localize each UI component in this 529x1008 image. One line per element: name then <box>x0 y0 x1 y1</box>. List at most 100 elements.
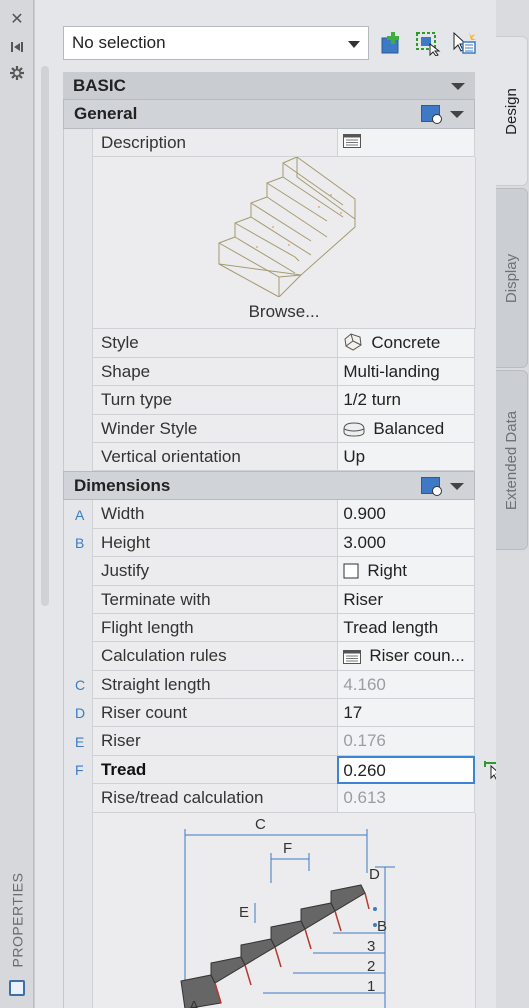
label-d: D <box>369 866 380 883</box>
property-row-description[interactable]: Description <box>64 129 475 158</box>
browse-link[interactable]: Browse... <box>93 302 475 322</box>
vertical-scrollbar[interactable] <box>41 66 49 606</box>
property-row-style[interactable]: Style Concrete <box>64 329 475 358</box>
property-value[interactable]: Concrete <box>337 329 475 358</box>
property-name: Flight length <box>91 613 338 643</box>
property-row-vertical-orientation[interactable]: Vertical orientation Up <box>64 442 475 472</box>
label-3: 3 <box>367 938 375 955</box>
property-name: Calculation rules <box>91 642 338 671</box>
property-value[interactable]: 1/2 turn <box>337 386 475 415</box>
category-dimensions[interactable]: Dimensions <box>63 471 475 501</box>
tab-display[interactable]: Display <box>496 188 528 368</box>
property-value[interactable]: Tread length <box>337 613 475 643</box>
property-row-riser-count[interactable]: D Riser count 17 <box>64 699 475 728</box>
label-c: C <box>255 816 266 833</box>
chevron-down-icon <box>348 41 360 48</box>
property-row-turn-type[interactable]: Turn type 1/2 turn <box>64 386 475 415</box>
property-name: Shape <box>91 357 338 387</box>
property-name: Terminate with <box>91 585 338 614</box>
dimension-letter: C <box>75 676 86 693</box>
tab-design[interactable]: Design <box>496 36 528 186</box>
property-row-calculation-rules[interactable]: Calculation rules Riser coun... <box>64 642 475 671</box>
property-row-winder-style[interactable]: Winder Style Balanced <box>64 414 475 443</box>
property-value[interactable]: Balanced <box>337 414 475 443</box>
property-value[interactable]: 3.000 <box>337 528 475 558</box>
palette-tabs: Design Display Extended Data <box>496 0 529 1008</box>
property-row-rise-tread-calculation[interactable]: Rise/tread calculation 0.613 <box>64 784 475 813</box>
property-row-width[interactable]: A Width 0.900 <box>64 500 475 529</box>
property-name: Rise/tread calculation <box>91 784 338 813</box>
property-row-terminate-with[interactable]: Terminate with Riser <box>64 585 475 614</box>
palette-title-strip: ✕ PROPERTIES <box>0 0 34 1008</box>
property-value-readonly: 0.176 <box>337 727 475 756</box>
property-name: Style <box>91 329 338 358</box>
property-row-height[interactable]: B Height 3.000 <box>64 528 475 558</box>
stair-preview-image <box>218 156 356 299</box>
category-basic[interactable]: BASIC <box>63 72 475 100</box>
property-name: Width <box>91 500 338 529</box>
stair-style-preview[interactable]: Browse... <box>92 156 476 330</box>
collapse-arrow-icon[interactable] <box>451 83 465 90</box>
property-value[interactable]: Right <box>337 557 475 586</box>
settings-icon[interactable] <box>8 64 26 82</box>
description-editor-icon[interactable] <box>343 134 362 148</box>
collapse-arrow-icon[interactable] <box>450 111 464 118</box>
toggle-pickadd-icon[interactable] <box>379 30 405 56</box>
property-name: Justify <box>91 557 338 586</box>
property-name: Turn type <box>91 386 338 415</box>
property-value[interactable]: Up <box>337 442 475 472</box>
properties-menu-icon[interactable] <box>9 980 25 996</box>
dimension-letter: B <box>75 534 85 551</box>
close-icon[interactable]: ✕ <box>8 10 26 28</box>
property-grid: BASIC General Description Browse... Styl… <box>63 72 502 1008</box>
dimension-letter: A <box>75 506 85 523</box>
collapse-arrow-icon[interactable] <box>450 483 464 491</box>
justify-box-icon <box>343 563 359 579</box>
concrete-style-icon <box>344 333 362 351</box>
quick-select-icon[interactable] <box>451 30 477 56</box>
property-row-tread[interactable]: F Tread 0.260 <box>64 755 502 785</box>
selection-toolbar: No selection <box>63 26 483 60</box>
property-name: Description <box>91 129 338 158</box>
dimension-letter: E <box>75 733 85 750</box>
label-f: F <box>283 840 292 857</box>
selection-value: No selection <box>72 33 166 52</box>
calculation-rules-icon <box>343 650 362 665</box>
property-value[interactable]: Multi-landing <box>337 357 475 387</box>
stair-dimensions-diagram: C F E D B 3 2 1 A <box>92 812 476 1008</box>
property-name: Height <box>91 528 338 558</box>
label-2: 2 <box>367 958 375 975</box>
category-general[interactable]: General <box>63 100 475 129</box>
property-name: Vertical orientation <box>91 442 338 472</box>
property-name: Riser count <box>91 699 338 728</box>
general-rows: Description Browse... Style Concrete Sha… <box>63 129 476 472</box>
select-objects-icon[interactable] <box>415 30 441 56</box>
properties-help-icon[interactable] <box>421 477 442 497</box>
property-row-riser[interactable]: E Riser 0.176 <box>64 727 475 756</box>
palette-title: PROPERTIES <box>9 872 25 968</box>
property-row-straight-length[interactable]: C Straight length 4.160 <box>64 670 475 700</box>
tread-input[interactable]: 0.260 <box>337 755 475 785</box>
properties-help-icon[interactable] <box>421 105 442 124</box>
property-name: Winder Style <box>91 414 338 443</box>
dimension-letter: D <box>75 705 86 722</box>
label-a: A <box>189 998 199 1008</box>
property-row-flight-length[interactable]: Flight length Tread length <box>64 613 475 643</box>
label-1: 1 <box>367 978 375 995</box>
selection-dropdown[interactable]: No selection <box>63 26 369 60</box>
property-value[interactable]: Riser <box>337 585 475 614</box>
property-value[interactable]: 17 <box>337 699 475 728</box>
property-row-shape[interactable]: Shape Multi-landing <box>64 357 475 387</box>
description-value[interactable] <box>337 129 475 158</box>
label-b: B <box>377 918 387 935</box>
property-value[interactable]: Riser coun... <box>337 642 475 671</box>
property-name: Tread <box>91 755 338 785</box>
stair-dimension-illustration: C F E D B 3 2 1 A <box>180 816 395 1008</box>
property-name: Riser <box>91 727 338 756</box>
property-value-readonly: 4.160 <box>337 670 475 700</box>
tab-extended-data[interactable]: Extended Data <box>496 370 528 550</box>
property-value[interactable]: 0.900 <box>337 500 475 529</box>
auto-hide-icon[interactable] <box>8 38 26 56</box>
property-row-justify[interactable]: Justify Right <box>64 557 475 586</box>
winder-style-icon <box>343 422 365 437</box>
